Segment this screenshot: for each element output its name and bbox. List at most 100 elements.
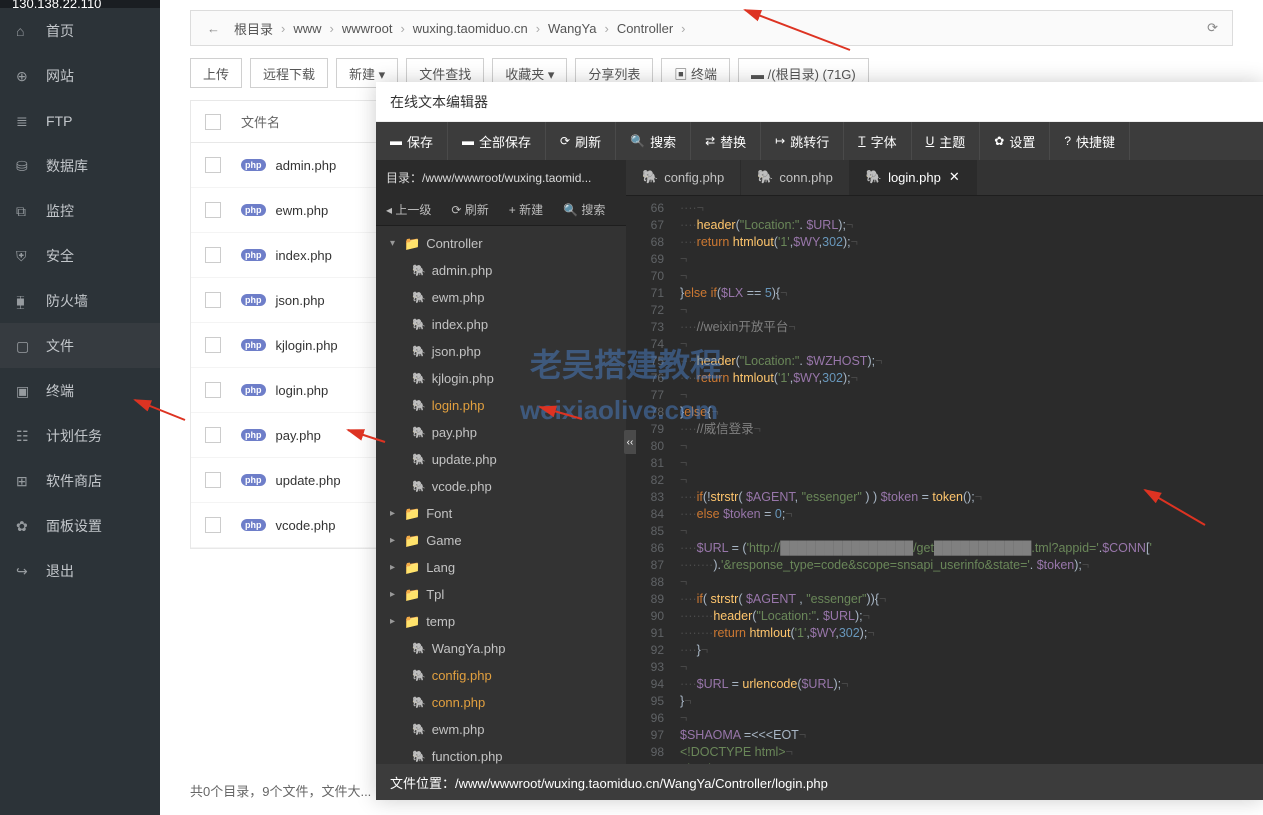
collapse-tree-button[interactable]: ‹‹ — [624, 430, 636, 454]
breadcrumb-sep-last: › — [679, 21, 687, 36]
breadcrumb: ← 根目录 ›www›wwwroot›wuxing.taomiduo.cn›Wa… — [190, 10, 1233, 46]
editor-title: 在线文本编辑器 — [376, 82, 1263, 122]
tree-file[interactable]: 🐘admin.php — [376, 257, 626, 284]
tree-file[interactable]: 🐘ewm.php — [376, 716, 626, 743]
file-name: update.php — [276, 473, 341, 488]
editor-tabs: 🐘config.php🐘conn.php🐘login.php✕ — [626, 160, 1263, 196]
nav-label: 面板设置 — [46, 516, 102, 536]
nav-item-ftp[interactable]: ≣FTP — [0, 98, 160, 143]
code-viewport[interactable]: 6667686970717273747576777879808182838485… — [626, 196, 1263, 764]
file-checkbox[interactable] — [205, 472, 221, 488]
breadcrumb-item[interactable]: wwwroot — [336, 21, 399, 36]
editor-goto-button[interactable]: ↦跳转行 — [761, 122, 844, 160]
file-checkbox[interactable] — [205, 292, 221, 308]
nav-item-schedule[interactable]: ☷ 计划任务 — [0, 413, 160, 458]
editor-search-button[interactable]: 🔍搜索 — [616, 122, 691, 160]
nav-label: 安全 — [46, 246, 74, 266]
tree-folder[interactable]: ▸📁Game — [376, 527, 626, 554]
file-checkbox[interactable] — [205, 427, 221, 443]
upload-button[interactable]: 上传 — [190, 58, 242, 88]
tree-file[interactable]: 🐘pay.php — [376, 419, 626, 446]
editor-font-button[interactable]: T字体 — [844, 122, 911, 160]
php-icon: php — [241, 474, 266, 486]
editor-tab[interactable]: 🐘conn.php — [741, 160, 850, 195]
column-filename[interactable]: 文件名 — [241, 112, 280, 131]
breadcrumb-back[interactable]: ← — [199, 21, 228, 36]
tree-file[interactable]: 🐘config.php — [376, 662, 626, 689]
breadcrumb-item[interactable]: Controller — [611, 21, 679, 36]
nav-item-home[interactable]: ⌂首页 — [0, 8, 160, 53]
editor-settings-button[interactable]: ✿设置 — [980, 122, 1050, 160]
nav-item-folder[interactable]: ▢文件 — [0, 323, 160, 368]
home-icon: ⌂ — [16, 23, 32, 39]
tree-file[interactable]: 🐘WangYa.php — [376, 635, 626, 662]
breadcrumb-item[interactable]: wuxing.taomiduo.cn — [407, 21, 534, 36]
nav-item-terminal[interactable]: ▣终端 — [0, 368, 160, 413]
close-icon[interactable]: ✕ — [949, 169, 960, 185]
tree-file[interactable]: 🐘function.php — [376, 743, 626, 764]
tree-file[interactable]: 🐘conn.php — [376, 689, 626, 716]
editor-refresh-button[interactable]: ⟳刷新 — [546, 122, 616, 160]
folder-icon: ▢ — [16, 338, 32, 354]
tree-up-button[interactable]: ◂ 上一级 — [376, 201, 441, 218]
file-checkbox[interactable] — [205, 202, 221, 218]
editor-shortcuts-button[interactable]: ?快捷键 — [1050, 122, 1130, 160]
breadcrumb-refresh[interactable]: ⟳ — [1201, 20, 1224, 36]
editor-tab[interactable]: 🐘config.php — [626, 160, 741, 195]
file-checkbox[interactable] — [205, 517, 221, 533]
tree-file[interactable]: 🐘vcode.php — [376, 473, 626, 500]
tree-folder[interactable]: ▸📁Lang — [376, 554, 626, 581]
database-icon: ⛁ — [16, 158, 32, 174]
nav-label: 数据库 — [46, 156, 88, 176]
select-all-checkbox[interactable] — [205, 114, 221, 130]
tree-file[interactable]: 🐘login.php — [376, 392, 626, 419]
breadcrumb-item[interactable]: WangYa — [542, 21, 602, 36]
file-name: pay.php — [276, 428, 321, 443]
editor-theme-button[interactable]: U主题 — [912, 122, 981, 160]
file-checkbox[interactable] — [205, 157, 221, 173]
nav-item-settings[interactable]: ✿ 面板设置 — [0, 503, 160, 548]
nav-item-firewall[interactable]: ⧯防火墙 — [0, 278, 160, 323]
monitor-icon: ⧉ — [16, 203, 32, 219]
nav-item-database[interactable]: ⛁ 数据库 — [0, 143, 160, 188]
nav-item-logout[interactable]: ↪退出 — [0, 548, 160, 593]
file-checkbox[interactable] — [205, 247, 221, 263]
shield-icon: ⛨ — [16, 248, 32, 264]
file-checkbox[interactable] — [205, 337, 221, 353]
tree-file[interactable]: 🐘update.php — [376, 446, 626, 473]
nav-item-shield[interactable]: ⛨ 安全 — [0, 233, 160, 278]
tree-file[interactable]: 🐘kjlogin.php — [376, 365, 626, 392]
tree-folder[interactable]: ▾📁Controller — [376, 230, 626, 257]
breadcrumb-root[interactable]: 根目录 — [228, 19, 279, 38]
tree-new-button[interactable]: + 新建 — [499, 201, 553, 218]
tree-toolbar: ◂ 上一级 ⟳ 刷新 + 新建 🔍 搜索 — [376, 194, 626, 226]
tree-folder[interactable]: ▸📁temp — [376, 608, 626, 635]
nav-item-monitor[interactable]: ⧉监控 — [0, 188, 160, 233]
breadcrumb-item[interactable]: www — [287, 21, 327, 36]
editor-save-button[interactable]: ▬保存 — [376, 122, 448, 160]
php-icon: php — [241, 384, 266, 396]
remote-download-button[interactable]: 远程下载 — [250, 58, 328, 88]
nav-label: 退出 — [46, 561, 74, 581]
tree-file[interactable]: 🐘json.php — [376, 338, 626, 365]
tree-search-button[interactable]: 🔍 搜索 — [553, 201, 615, 218]
editor-save-all-button[interactable]: ▬全部保存 — [448, 122, 546, 160]
tree-folder[interactable]: ▸📁Font — [376, 500, 626, 527]
tree-file[interactable]: 🐘index.php — [376, 311, 626, 338]
editor-toolbar: ▬保存 ▬全部保存 ⟳刷新 🔍搜索 ⇄替换 ↦跳转行 T字体 U主题 ✿设置 ?… — [376, 122, 1263, 160]
nav-item-globe[interactable]: ⊕网站 — [0, 53, 160, 98]
server-ip: 130.138.22.110 — [0, 0, 160, 8]
tree-folder[interactable]: ▸📁Tpl — [376, 581, 626, 608]
php-icon: php — [241, 519, 266, 531]
file-checkbox[interactable] — [205, 382, 221, 398]
settings-icon: ✿ — [16, 518, 32, 534]
editor-tab[interactable]: 🐘login.php✕ — [850, 160, 977, 195]
nav-label: 防火墙 — [46, 291, 88, 311]
editor-file-tree: 目录：/www/wwwroot/wuxing.taomid... ◂ 上一级 ⟳… — [376, 160, 626, 764]
schedule-icon: ☷ — [16, 428, 32, 444]
nav-item-store[interactable]: ⊞软件商店 — [0, 458, 160, 503]
tree-refresh-button[interactable]: ⟳ 刷新 — [441, 201, 498, 218]
nav-label: 计划任务 — [46, 426, 102, 446]
tree-file[interactable]: 🐘ewm.php — [376, 284, 626, 311]
editor-replace-button[interactable]: ⇄替换 — [691, 122, 761, 160]
